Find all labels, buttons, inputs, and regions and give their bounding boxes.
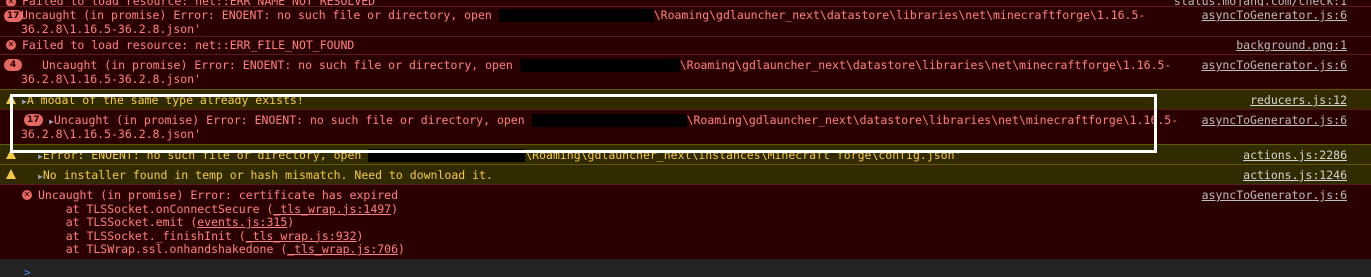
- error-message: Uncaught (in promise) Error: ENOENT: no …: [42, 58, 1172, 73]
- error-text-path: \Roaming\gdlauncher_next\datastore\libra…: [653, 8, 1146, 22]
- error-text: Uncaught (in promise) Error: certificate…: [38, 188, 399, 202]
- stack-frame-text: at TLSWrap.ssl.onhandshakedone (: [38, 242, 288, 256]
- error-text: Uncaught (in promise) Error: ENOENT: no …: [42, 58, 520, 72]
- error-text: Uncaught (in promise) Error: ENOENT: no …: [53, 113, 532, 127]
- console-error-row[interactable]: 17 Uncaught (in promise) Error: ENOENT: …: [0, 6, 1371, 36]
- error-text-path: \Roaming\gdlauncher_next\datastore\libra…: [679, 58, 1172, 72]
- devtools-console: ✕ Failed to load resource: net::ERR_NAME…: [0, 0, 1371, 259]
- error-icon: ✕: [22, 190, 32, 200]
- stack-frame-text: at TLSSocket._finishInit (: [38, 228, 246, 243]
- repeat-count-badge: 4: [4, 59, 22, 71]
- console-prompt[interactable]: >: [24, 266, 31, 277]
- redacted-path: [368, 149, 526, 162]
- stack-frame-text: at TLSSocket.onConnectSecure (: [38, 201, 274, 216]
- stack-frame: at TLSSocket.onConnectSecure (_tls_wrap.…: [38, 201, 405, 217]
- stack-frame-text: ): [391, 201, 399, 216]
- console-error-row[interactable]: 4 Uncaught (in promise) Error: ENOENT: n…: [0, 54, 1371, 89]
- repeat-count-badge: 17: [24, 114, 43, 126]
- stack-frame-link[interactable]: _tls_wrap.js:932: [246, 229, 357, 243]
- repeat-count-badge: 17: [4, 10, 23, 22]
- error-text-path-cont: 36.2.8\1.16.5-36.2.8.json': [21, 127, 202, 141]
- stack-frame-link[interactable]: _tls_wrap.js:706: [287, 242, 398, 256]
- console-warning-row[interactable]: ▶Error: ENOENT: no such file or director…: [0, 144, 1371, 164]
- warning-message: ▶No installer found in temp or hash mism…: [38, 168, 493, 184]
- stack-frame-text: ): [356, 228, 364, 243]
- error-text: Uncaught (in promise) Error: ENOENT: no …: [21, 8, 499, 22]
- warning-message: ▶A modal of the same type already exists…: [22, 93, 304, 109]
- error-text-path: \Roaming\gdlauncher_next\datastore\libra…: [686, 113, 1179, 127]
- stack-frame-text: ): [398, 242, 405, 256]
- error-text-path-cont: 36.2.8\1.16.5-36.2.8.json': [21, 21, 202, 36]
- stack-frame: at TLSSocket._finishInit (_tls_wrap.js:9…: [38, 228, 405, 244]
- error-message: Uncaught (in promise) Error: ENOENT: no …: [21, 8, 1146, 36]
- warning-message: ▶Error: ENOENT: no such file or director…: [38, 148, 962, 164]
- warning-icon: [6, 169, 16, 179]
- error-message: Failed to load resource: net::ERR_FILE_N…: [22, 38, 355, 52]
- stack-frame-link[interactable]: _tls_wrap.js:1497: [273, 202, 391, 216]
- source-link[interactable]: reducers.js:12: [1250, 93, 1347, 108]
- console-warning-row[interactable]: ▶A modal of the same type already exists…: [0, 89, 1371, 109]
- warning-text: Error: ENOENT: no such file or directory…: [42, 148, 369, 162]
- redacted-path: [498, 9, 654, 22]
- source-link[interactable]: actions.js:1246: [1243, 168, 1347, 183]
- stack-frame-text: at TLSSocket.emit (: [38, 215, 198, 229]
- stack-frame: at TLSSocket.emit (events.js:315): [38, 215, 405, 230]
- redacted-path: [531, 114, 687, 127]
- source-link[interactable]: asyncToGenerator.js:6: [1202, 188, 1347, 203]
- console-error-row[interactable]: 17 ▶Uncaught (in promise) Error: ENOENT:…: [0, 109, 1371, 144]
- error-message: ▶Uncaught (in promise) Error: ENOENT: no…: [49, 113, 1179, 129]
- source-link[interactable]: asyncToGenerator.js:6: [1202, 113, 1347, 128]
- redacted-path: [519, 59, 680, 72]
- warning-icon: [6, 94, 16, 104]
- warning-icon: [6, 149, 16, 159]
- console-error-row[interactable]: ✕ Uncaught (in promise) Error: certifica…: [0, 184, 1371, 259]
- stack-frame: at TLSWrap.ssl.onhandshakedone (_tls_wra…: [38, 242, 405, 257]
- source-link[interactable]: asyncToGenerator.js:6: [1202, 8, 1347, 23]
- source-link[interactable]: actions.js:2286: [1243, 148, 1347, 163]
- warning-text: No installer found in temp or hash misma…: [42, 168, 493, 182]
- error-text-path-cont: 36.2.8\1.16.5-36.2.8.json': [21, 72, 202, 86]
- error-icon: ✕: [6, 40, 16, 50]
- stack-frame-link[interactable]: events.js:315: [197, 215, 287, 229]
- warning-text-path: \Roaming\gdlauncher_next\instances\Minec…: [525, 148, 962, 162]
- stack-frame-text: ): [287, 215, 295, 229]
- error-message: Uncaught (in promise) Error: certificate…: [38, 188, 405, 257]
- console-warning-row[interactable]: ▶No installer found in temp or hash mism…: [0, 164, 1371, 184]
- source-link[interactable]: asyncToGenerator.js:6: [1202, 58, 1347, 73]
- console-error-row[interactable]: ✕ Failed to load resource: net::ERR_FILE…: [0, 36, 1371, 54]
- source-link[interactable]: background.png:1: [1236, 38, 1347, 53]
- warning-text: A modal of the same type already exists!: [26, 93, 304, 107]
